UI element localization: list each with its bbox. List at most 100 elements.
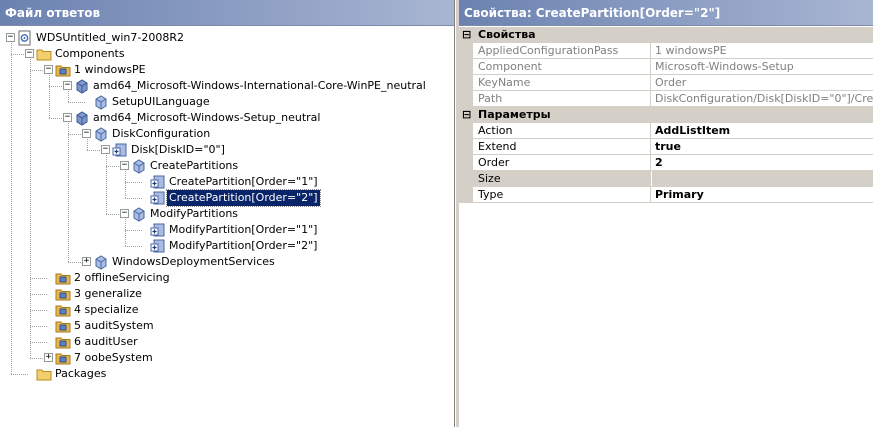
pass-icon bbox=[55, 62, 71, 78]
property-row-margin bbox=[459, 171, 473, 187]
property-name: Type bbox=[473, 187, 651, 202]
tree-node[interactable]: − amd64_Microsoft-Windows-Setup_neutral bbox=[0, 110, 454, 126]
property-value[interactable]: AddListItem bbox=[652, 123, 873, 138]
property-category-label: Свойства bbox=[478, 28, 536, 41]
property-value[interactable]: 2 bbox=[652, 155, 873, 170]
collapse-icon[interactable]: − bbox=[44, 65, 53, 74]
tree-node[interactable]: − DiskConfiguration bbox=[0, 126, 454, 142]
property-row-margin bbox=[459, 59, 473, 75]
property-category-label: Параметры bbox=[478, 108, 551, 121]
property-row-margin bbox=[459, 155, 473, 171]
tree-node[interactable]: − 1 windowsPE bbox=[0, 62, 454, 78]
property-row[interactable]: Size bbox=[459, 171, 873, 187]
property-value[interactable]: Primary bbox=[652, 187, 873, 202]
property-category[interactable]: ⊟ Свойства bbox=[459, 27, 873, 43]
pass-icon bbox=[55, 302, 71, 318]
collapse-icon[interactable]: − bbox=[63, 113, 72, 122]
tree-node[interactable]: SetupUILanguage bbox=[0, 94, 454, 110]
tree-node[interactable]: − Components bbox=[0, 46, 454, 62]
list-item-icon bbox=[150, 190, 166, 206]
setting-icon bbox=[131, 158, 147, 174]
answer-file-pane: Файл ответов − WDSUntitled_win7-2008R2− Co… bbox=[0, 0, 455, 427]
tree-node-label: 1 windowsPE bbox=[74, 63, 146, 76]
tree-node[interactable]: − CreatePartitions bbox=[0, 158, 454, 174]
property-row-margin bbox=[459, 123, 473, 139]
collapse-category-icon[interactable]: ⊟ bbox=[462, 107, 471, 123]
tree-node-label: WDSUntitled_win7-2008R2 bbox=[36, 31, 184, 44]
collapse-category-icon[interactable]: ⊟ bbox=[462, 27, 471, 43]
pass-icon bbox=[55, 318, 71, 334]
property-row-margin bbox=[459, 139, 473, 155]
answer-file-tree[interactable]: − WDSUntitled_win7-2008R2− Components −1 wi… bbox=[0, 27, 454, 427]
collapse-icon[interactable]: − bbox=[82, 129, 91, 138]
property-row[interactable]: Component Microsoft-Windows-Setup bbox=[459, 59, 873, 75]
tree-node-label: SetupUILanguage bbox=[112, 95, 210, 108]
property-row[interactable]: Extend true bbox=[459, 139, 873, 155]
properties-pane: Свойства: CreatePartition[Order="2"] ⊟ Св… bbox=[459, 0, 873, 427]
property-row[interactable]: Action AddListItem bbox=[459, 123, 873, 139]
tree-node[interactable]: 5 auditSystem bbox=[0, 318, 454, 334]
property-value: 1 windowsPE bbox=[655, 44, 727, 57]
collapse-icon[interactable]: − bbox=[120, 161, 129, 170]
tree-node[interactable]: CreatePartition[Order="2"] bbox=[0, 189, 454, 207]
tree-node-label: CreatePartition[Order="2"] bbox=[166, 189, 321, 207]
property-category[interactable]: ⊟ Параметры bbox=[459, 107, 873, 123]
property-row-margin bbox=[459, 91, 473, 107]
component-icon bbox=[74, 78, 90, 94]
tree-node[interactable]: +7 oobeSystem bbox=[0, 350, 454, 366]
pass-icon bbox=[55, 350, 71, 366]
properties-pane-title: Свойства: CreatePartition[Order="2"] bbox=[459, 0, 873, 26]
expand-icon[interactable]: + bbox=[82, 257, 91, 266]
collapse-icon[interactable]: − bbox=[63, 81, 72, 90]
property-row[interactable]: Order 2 bbox=[459, 155, 873, 171]
tree-node-label: ModifyPartition[Order="2"] bbox=[169, 239, 318, 252]
folder-icon bbox=[36, 366, 52, 382]
tree-node[interactable]: 3 generalize bbox=[0, 286, 454, 302]
tree-node[interactable]: ModifyPartition[Order="2"] bbox=[0, 238, 454, 254]
tree-node[interactable]: − ModifyPartitions bbox=[0, 206, 454, 222]
tree-node-label: CreatePartition[Order="1"] bbox=[169, 175, 318, 188]
tree-node[interactable]: + WindowsDeploymentServices bbox=[0, 254, 454, 270]
tree-node-label: 4 specialize bbox=[74, 303, 139, 316]
property-name: Order bbox=[473, 155, 651, 170]
property-row[interactable]: Type Primary bbox=[459, 187, 873, 203]
tree-node[interactable]: − WDSUntitled_win7-2008R2 bbox=[0, 30, 454, 46]
tree-node[interactable]: 2 offlineServicing bbox=[0, 270, 454, 286]
collapse-icon[interactable]: − bbox=[25, 49, 34, 58]
property-name: Size bbox=[473, 171, 651, 186]
list-item-icon bbox=[150, 174, 166, 190]
property-name: KeyName bbox=[473, 75, 651, 90]
tree-node[interactable]: 4 specialize bbox=[0, 302, 454, 318]
list-item-icon bbox=[150, 222, 166, 238]
list-item-icon bbox=[150, 238, 166, 254]
collapse-icon[interactable]: − bbox=[120, 209, 129, 218]
tree-node-label: Disk[DiskID="0"] bbox=[131, 143, 225, 156]
tree-node-label: 2 offlineServicing bbox=[74, 271, 170, 284]
tree-node-label: DiskConfiguration bbox=[112, 127, 211, 140]
tree-node[interactable]: 6 auditUser bbox=[0, 334, 454, 350]
tree-node[interactable]: − Disk[DiskID="0"] bbox=[0, 142, 454, 158]
collapse-icon[interactable]: − bbox=[101, 145, 110, 154]
tree-node-label: WindowsDeploymentServices bbox=[112, 255, 275, 268]
tree-node-label: ModifyPartitions bbox=[150, 207, 239, 220]
collapse-icon[interactable]: − bbox=[6, 33, 15, 42]
tree-node-label: 3 generalize bbox=[74, 287, 142, 300]
property-row-margin bbox=[459, 75, 473, 91]
expand-icon[interactable]: + bbox=[44, 353, 53, 362]
property-value[interactable] bbox=[652, 171, 873, 186]
pass-icon bbox=[55, 270, 71, 286]
tree-node[interactable]: − amd64_Microsoft-Windows-International-C… bbox=[0, 78, 454, 94]
property-value: DiskConfiguration/Disk[DiskID="0"]/Creat… bbox=[655, 92, 873, 105]
property-value[interactable]: true bbox=[652, 139, 873, 154]
property-row[interactable]: AppliedConfigurationPass 1 windowsPE bbox=[459, 43, 873, 59]
property-row[interactable]: KeyName Order bbox=[459, 75, 873, 91]
pass-icon bbox=[55, 286, 71, 302]
property-name: Extend bbox=[473, 139, 651, 154]
tree-node[interactable]: Packages bbox=[0, 366, 454, 382]
property-row[interactable]: Path DiskConfiguration/Disk[DiskID="0"]/C… bbox=[459, 91, 873, 107]
answer-file-icon bbox=[17, 30, 33, 46]
list-item-icon bbox=[112, 142, 128, 158]
property-row-margin bbox=[459, 187, 473, 203]
tree-node[interactable]: CreatePartition[Order="1"] bbox=[0, 174, 454, 190]
tree-node[interactable]: ModifyPartition[Order="1"] bbox=[0, 222, 454, 238]
